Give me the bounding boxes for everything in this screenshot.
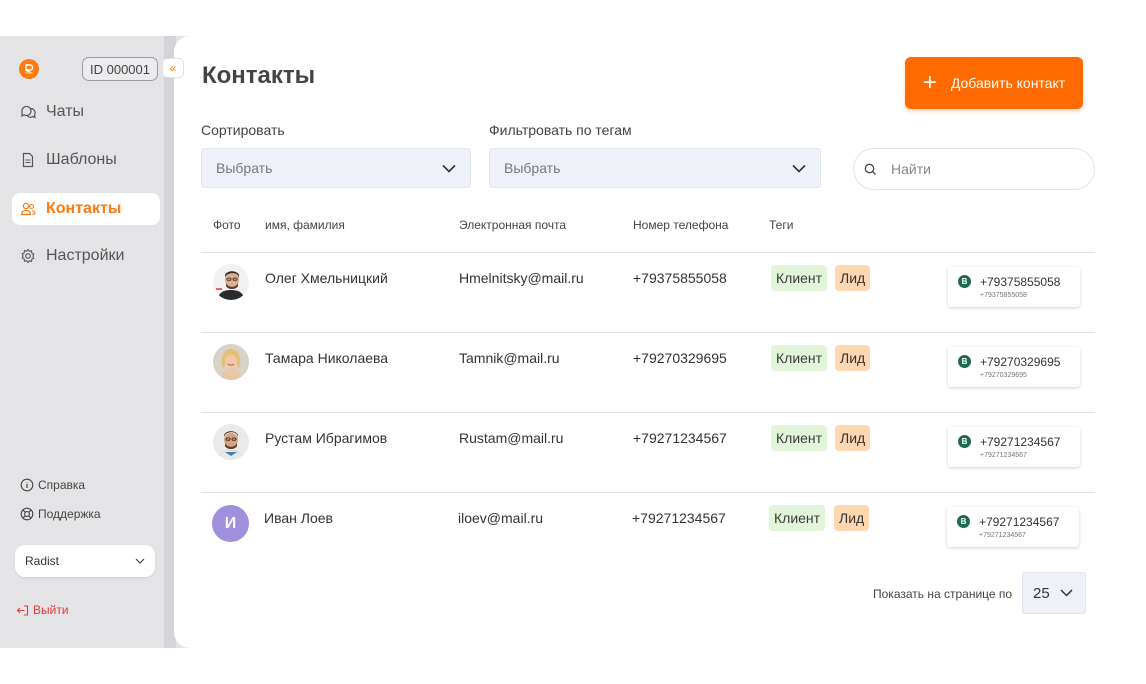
column-header-tags: Теги xyxy=(769,218,794,232)
contact-phone: +79271234567 xyxy=(632,510,726,526)
table-row[interactable]: И Иван Лоев iloev@mail.ru +79271234567 К… xyxy=(201,492,1095,572)
whatsapp-icon: B xyxy=(958,355,971,368)
contact-phone: +79375855058 xyxy=(633,270,727,286)
contact-email: Tamnik@mail.ru xyxy=(459,350,560,366)
sidebar-item-templates[interactable]: Шаблоны xyxy=(12,144,160,176)
logout-link[interactable]: Выйти xyxy=(16,603,69,617)
support-label: Поддержка xyxy=(38,507,101,521)
sidebar-item-label: Шаблоны xyxy=(46,151,117,168)
contact-email: iloev@mail.ru xyxy=(458,510,544,526)
sort-select[interactable]: Выбрать xyxy=(201,148,471,188)
column-header-name: имя, фамилия xyxy=(265,218,345,232)
page-title: Контакты xyxy=(202,62,316,89)
sort-label: Сортировать xyxy=(201,122,285,138)
chevron-down-icon xyxy=(442,164,456,173)
whatsapp-icon: B xyxy=(957,515,970,528)
help-label: Справка xyxy=(38,478,86,492)
logo-icon xyxy=(25,64,34,74)
whatsapp-channel-card[interactable]: B +79271234567 +79271234567 xyxy=(947,507,1079,547)
channel-phone: +79270329695 xyxy=(980,355,1061,369)
sidebar-item-chats[interactable]: Чаты xyxy=(12,96,160,128)
contact-phone: +79270329695 xyxy=(633,350,727,366)
app-frame: ID 000001 Чаты Шаблоны Контакты Настройк… xyxy=(0,36,1108,648)
logout-label: Выйти xyxy=(33,603,69,617)
table-row[interactable]: Тамара Николаева Tamnik@mail.ru +7927032… xyxy=(201,332,1095,412)
contact-email: Rustam@mail.ru xyxy=(459,430,564,446)
workspace-select[interactable]: Radist xyxy=(15,545,155,577)
sort-select-value: Выбрать xyxy=(216,160,273,176)
tag-lead: Лид xyxy=(835,425,871,451)
sidebar-item-contacts[interactable]: Контакты xyxy=(12,193,160,225)
main-content: Контакты + Добавить контакт Сортировать … xyxy=(174,36,1108,648)
add-contact-label: Добавить контакт xyxy=(950,75,1066,91)
info-icon xyxy=(20,478,34,492)
logout-icon xyxy=(16,604,29,617)
channel-subtitle: +79271234567 xyxy=(979,532,1026,539)
avatar: И xyxy=(212,505,249,542)
chevron-down-icon xyxy=(792,164,806,173)
per-page-value: 25 xyxy=(1033,584,1050,602)
whatsapp-channel-card[interactable]: B +79375855058 +79375855058 xyxy=(948,267,1080,307)
column-header-phone: Номер телефона xyxy=(633,218,729,232)
chats-icon xyxy=(20,104,36,120)
search-icon xyxy=(864,163,877,176)
tag-filter-select-value: Выбрать xyxy=(504,160,561,176)
search-box[interactable] xyxy=(853,148,1095,190)
tag-filter-select[interactable]: Выбрать xyxy=(489,148,821,188)
sidebar-item-label: Чаты xyxy=(46,103,85,120)
sidebar-item-label: Настройки xyxy=(46,247,125,264)
per-page-select[interactable]: 25 xyxy=(1022,572,1086,614)
channel-phone: +79271234567 xyxy=(980,435,1061,449)
contact-email: Hmelnitsky@mail.ru xyxy=(459,270,584,286)
table-row[interactable]: Олег Хмельницкий Hmelnitsky@mail.ru +793… xyxy=(201,252,1095,332)
contacts-icon xyxy=(20,201,36,217)
workspace-value: Radist xyxy=(25,554,60,568)
contact-name: Тамара Николаева xyxy=(265,350,389,366)
lifebuoy-icon xyxy=(20,507,34,521)
whatsapp-channel-card[interactable]: B +79270329695 +79270329695 xyxy=(948,347,1080,387)
add-contact-button[interactable]: + Добавить контакт xyxy=(905,57,1083,109)
avatar xyxy=(213,424,249,460)
contact-name: Иван Лоев xyxy=(264,510,333,526)
settings-icon xyxy=(20,248,36,264)
tag-client: Клиент xyxy=(771,345,828,371)
search-input[interactable] xyxy=(891,161,1071,177)
tag-client: Клиент xyxy=(769,505,826,531)
chevron-down-icon xyxy=(135,558,145,564)
tag-lead: Лид xyxy=(835,345,871,371)
tag-client: Клиент xyxy=(771,265,828,291)
help-link[interactable]: Справка xyxy=(20,478,85,492)
per-page-label: Показать на странице по xyxy=(873,587,1013,601)
whatsapp-icon: B xyxy=(958,435,971,448)
collapse-sidebar-button[interactable]: « xyxy=(162,58,184,78)
column-header-photo: Фото xyxy=(213,218,241,232)
contact-phone: +79271234567 xyxy=(633,430,727,446)
sidebar-item-settings[interactable]: Настройки xyxy=(12,240,160,272)
support-link[interactable]: Поддержка xyxy=(20,507,101,521)
templates-icon xyxy=(20,152,36,168)
channel-subtitle: +79271234567 xyxy=(980,452,1027,459)
contact-name: Олег Хмельницкий xyxy=(265,270,388,286)
tag-client: Клиент xyxy=(771,425,828,451)
account-id-badge: ID 000001 xyxy=(82,57,158,81)
sidebar: ID 000001 Чаты Шаблоны Контакты Настройк… xyxy=(0,36,164,648)
channel-phone: +79375855058 xyxy=(980,275,1061,289)
contact-name: Рустам Ибрагимов xyxy=(265,430,388,446)
logo[interactable] xyxy=(19,59,39,79)
tag-filter-label: Фильтровать по тегам xyxy=(489,122,632,138)
whatsapp-channel-card[interactable]: B +79271234567 +79271234567 xyxy=(948,427,1080,467)
whatsapp-icon: B xyxy=(958,275,971,288)
plus-icon: + xyxy=(922,69,937,96)
chevron-down-icon xyxy=(1060,589,1073,597)
avatar xyxy=(213,264,249,300)
column-header-email: Электронная почта xyxy=(459,218,567,232)
tag-lead: Лид xyxy=(834,505,870,531)
tag-lead: Лид xyxy=(835,265,871,291)
channel-subtitle: +79270329695 xyxy=(980,372,1027,379)
channel-subtitle: +79375855058 xyxy=(980,292,1027,299)
avatar xyxy=(213,344,249,380)
channel-phone: +79271234567 xyxy=(979,515,1060,529)
sidebar-item-label: Контакты xyxy=(46,200,122,217)
table-row[interactable]: Рустам Ибрагимов Rustam@mail.ru +7927123… xyxy=(201,412,1095,492)
